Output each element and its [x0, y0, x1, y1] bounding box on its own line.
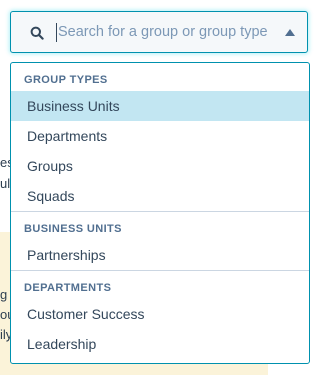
group-header: GROUP TYPES — [24, 74, 108, 86]
option-departments[interactable]: Departments — [11, 121, 309, 151]
option-business-units[interactable]: Business Units — [11, 91, 309, 121]
group-search-combobox[interactable] — [10, 11, 308, 53]
option-leadership[interactable]: Leadership — [11, 329, 309, 359]
option-group-departments: DEPARTMENTS Customer Success Leadership — [11, 271, 309, 359]
group-header: DEPARTMENTS — [24, 282, 112, 294]
text-cursor — [56, 23, 57, 42]
group-header: BUSINESS UNITS — [24, 223, 122, 235]
option-groups[interactable]: Groups — [11, 151, 309, 181]
option-partnerships[interactable]: Partnerships — [11, 240, 309, 270]
caret-up-icon[interactable] — [285, 29, 295, 36]
search-input[interactable] — [56, 20, 278, 44]
option-group-business-units: BUSINESS UNITS Partnerships — [11, 212, 309, 270]
page: es ull g ou ily GROUP TYPES Business Uni… — [0, 0, 319, 375]
option-squads[interactable]: Squads — [11, 181, 309, 211]
search-icon — [30, 26, 44, 40]
group-dropdown-menu: GROUP TYPES Business Units Departments G… — [10, 62, 310, 364]
option-group-group-types: GROUP TYPES Business Units Departments G… — [11, 63, 309, 211]
option-customer-success[interactable]: Customer Success — [11, 299, 309, 329]
